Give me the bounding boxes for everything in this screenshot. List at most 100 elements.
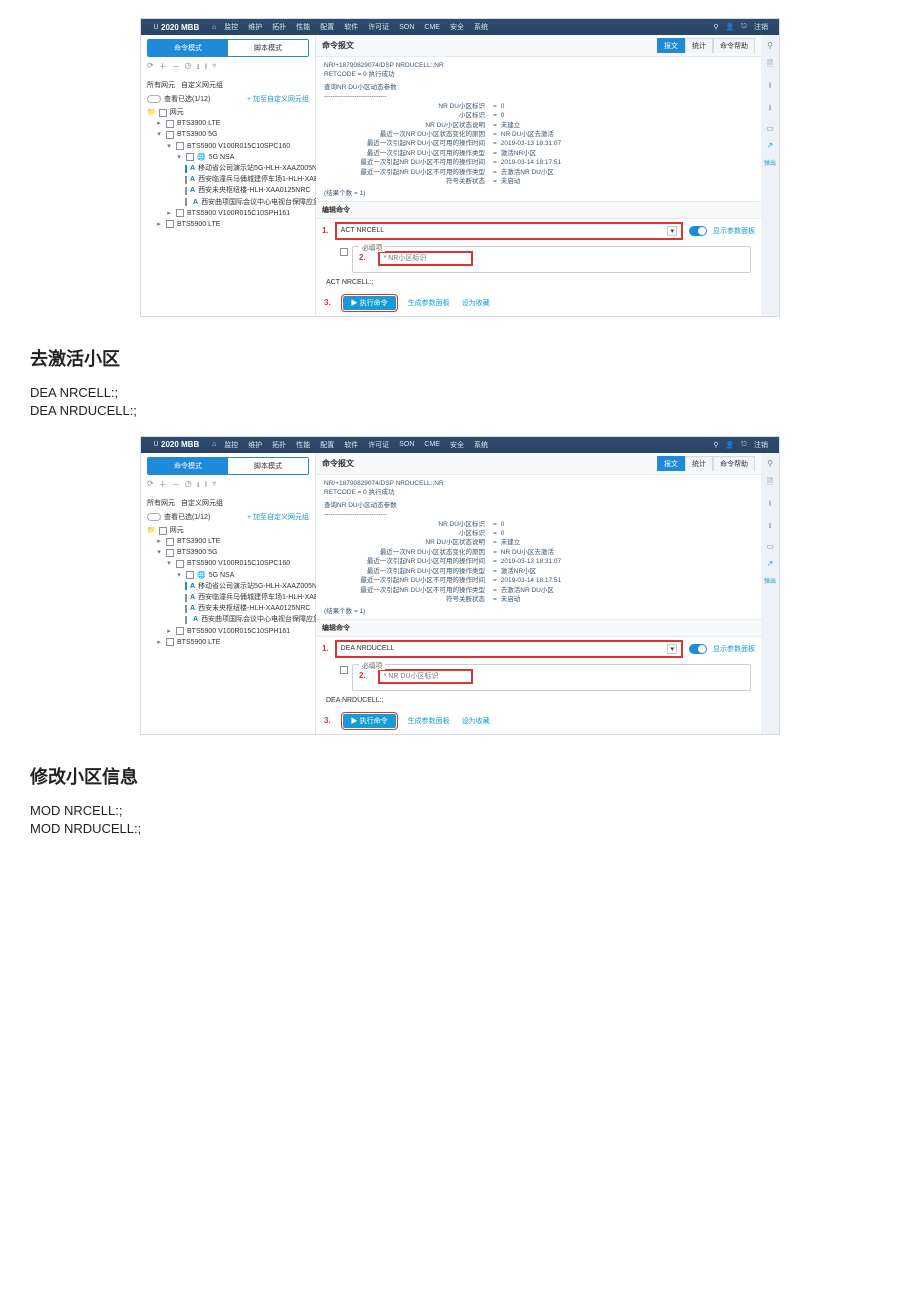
tree-site-1[interactable]: 移动省公司演示站5G-HLH-XAAZ005NRC <box>198 163 327 174</box>
collapse-icon[interactable]: － <box>172 479 180 493</box>
run-button[interactable]: ▶ 执行命令 <box>343 296 396 310</box>
nr-cell-id-input[interactable] <box>378 251 473 266</box>
nav-soft[interactable]: 软件 <box>344 22 358 32</box>
home-icon[interactable]: ⌂ <box>209 440 219 450</box>
tree-bts5900-lte[interactable]: BTS5900 LTE <box>177 219 220 230</box>
add-to-group[interactable]: + 加至自定义网元组 <box>247 512 309 522</box>
export-icon[interactable]: ⭱ <box>769 498 772 512</box>
tab-command-mode[interactable]: 命令模式 <box>148 40 228 56</box>
user-icon[interactable]: 👤 <box>725 440 735 450</box>
param-toggle[interactable] <box>689 226 707 236</box>
logout-icon[interactable]: ⎋ <box>739 22 749 32</box>
filter-icon[interactable]: ▿ <box>212 479 216 493</box>
nav-config[interactable]: 配置 <box>320 440 334 450</box>
rtab-message[interactable]: 报文 <box>657 38 685 53</box>
export-icon[interactable]: ⭱ <box>205 61 208 75</box>
show-param-panel[interactable]: 显示参数面板 <box>713 226 755 236</box>
doc-icon[interactable]: 🗎 <box>767 58 773 72</box>
home-icon[interactable]: ⌂ <box>209 22 219 32</box>
rtab-message[interactable]: 报文 <box>657 456 685 471</box>
src-custom[interactable]: 自定义网元组 <box>181 80 223 90</box>
param-toggle[interactable] <box>689 644 707 654</box>
favorite-link[interactable]: 设为收藏 <box>462 716 490 726</box>
nav-monitor[interactable]: 监控 <box>224 22 238 32</box>
tab-script-mode[interactable]: 脚本模式 <box>228 40 308 56</box>
gen-param-link[interactable]: 生成参数面板 <box>408 716 450 726</box>
src-all[interactable]: 所有网元 <box>147 498 175 508</box>
tree-bts3900-5g[interactable]: BTS3900 5G <box>177 129 217 140</box>
nav-config[interactable]: 配置 <box>320 22 334 32</box>
import-icon[interactable]: ⭳ <box>197 61 200 75</box>
import-icon[interactable]: ⭳ <box>197 479 200 493</box>
tree-5g-nsa[interactable]: 5G NSA <box>209 152 235 163</box>
export-icon[interactable]: ⭱ <box>769 80 772 94</box>
clipboard-icon[interactable]: ▭ <box>766 124 774 133</box>
recent-icon[interactable]: ◷ <box>185 479 192 493</box>
nav-topo[interactable]: 拓扑 <box>272 22 286 32</box>
selected-summary[interactable]: 查看已选(1/12) <box>164 96 210 103</box>
checkbox-checked[interactable] <box>185 165 187 173</box>
required-checkbox[interactable] <box>340 666 348 674</box>
tab-command-mode[interactable]: 命令模式 <box>148 458 228 474</box>
nav-son[interactable]: SON <box>399 24 414 31</box>
search-icon[interactable]: ⚲ <box>711 440 721 450</box>
search-icon[interactable]: ⚲ <box>767 41 773 50</box>
nav-perf[interactable]: 性能 <box>296 440 310 450</box>
nav-soft[interactable]: 软件 <box>344 440 358 450</box>
search-icon[interactable]: ⚲ <box>711 22 721 32</box>
nav-cme[interactable]: CME <box>424 24 440 31</box>
rtab-stats[interactable]: 统计 <box>685 38 713 53</box>
popout-icon[interactable]: ↗ <box>767 559 774 568</box>
dropdown-icon[interactable]: ▾ <box>667 644 677 654</box>
clipboard-icon[interactable]: ▭ <box>766 542 774 551</box>
nav-license[interactable]: 许可证 <box>368 22 389 32</box>
download-icon[interactable]: ⭳ <box>769 520 772 534</box>
nav-system[interactable]: 系统 <box>474 440 488 450</box>
nav-cme[interactable]: CME <box>424 441 440 448</box>
tree-bts3900-lte[interactable]: BTS3900 LTE <box>177 118 220 129</box>
nav-license[interactable]: 许可证 <box>368 440 389 450</box>
tree-site-3[interactable]: 西安未央枢纽楼-HLH-XAA0125NRC <box>198 185 310 196</box>
command-input[interactable]: DEA NRDUCELL ▾ <box>335 640 683 658</box>
rtab-stats[interactable]: 统计 <box>685 456 713 471</box>
tree-root[interactable]: 网元 <box>170 107 184 118</box>
nav-topo[interactable]: 拓扑 <box>272 440 286 450</box>
nav-monitor[interactable]: 监控 <box>224 440 238 450</box>
nr-du-cell-id-input[interactable] <box>378 669 473 684</box>
twisty-icon[interactable]: ▸ <box>155 118 163 129</box>
user-icon[interactable]: 👤 <box>725 22 735 32</box>
tab-script-mode[interactable]: 脚本模式 <box>228 458 308 474</box>
refresh-icon[interactable]: ⟳ <box>147 479 154 493</box>
expand-icon[interactable]: ＋ <box>159 61 167 75</box>
run-button[interactable]: ▶ 执行命令 <box>343 714 396 728</box>
nav-perf[interactable]: 性能 <box>296 22 310 32</box>
nav-security[interactable]: 安全 <box>450 440 464 450</box>
nav-system[interactable]: 系统 <box>474 22 488 32</box>
search-icon[interactable]: ⚲ <box>767 459 773 468</box>
required-checkbox[interactable] <box>340 248 348 256</box>
nav-security[interactable]: 安全 <box>450 22 464 32</box>
src-all[interactable]: 所有网元 <box>147 80 175 90</box>
dropdown-icon[interactable]: ▾ <box>667 226 677 236</box>
logout-label[interactable]: 注销 <box>754 440 768 450</box>
tree-bts5900-sph161[interactable]: BTS5900 V100R015C10SPH161 <box>187 208 290 219</box>
checkbox[interactable] <box>159 109 167 117</box>
tree-bts5900-spc160[interactable]: BTS5900 V100R015C10SPC160 <box>187 141 290 152</box>
selected-summary[interactable]: 查看已选(1/12) <box>164 514 210 521</box>
twisty-icon[interactable]: ▾ <box>155 129 163 140</box>
nav-son[interactable]: SON <box>399 441 414 448</box>
src-custom[interactable]: 自定义网元组 <box>181 498 223 508</box>
recent-icon[interactable]: ◷ <box>185 61 192 75</box>
rtab-help[interactable]: 命令帮助 <box>713 456 755 471</box>
nav-maintain[interactable]: 维护 <box>248 440 262 450</box>
collapse-icon[interactable]: － <box>172 61 180 75</box>
doc-icon[interactable]: 🗎 <box>767 476 773 490</box>
show-param-panel[interactable]: 显示参数面板 <box>713 644 755 654</box>
download-icon[interactable]: ⭳ <box>769 102 772 116</box>
logout-icon[interactable]: ⎋ <box>739 440 749 450</box>
popout-icon[interactable]: ↗ <box>767 141 774 150</box>
rtab-help[interactable]: 命令帮助 <box>713 38 755 53</box>
logout-label[interactable]: 注销 <box>754 22 768 32</box>
favorite-link[interactable]: 设为收藏 <box>462 298 490 308</box>
gen-param-link[interactable]: 生成参数面板 <box>408 298 450 308</box>
